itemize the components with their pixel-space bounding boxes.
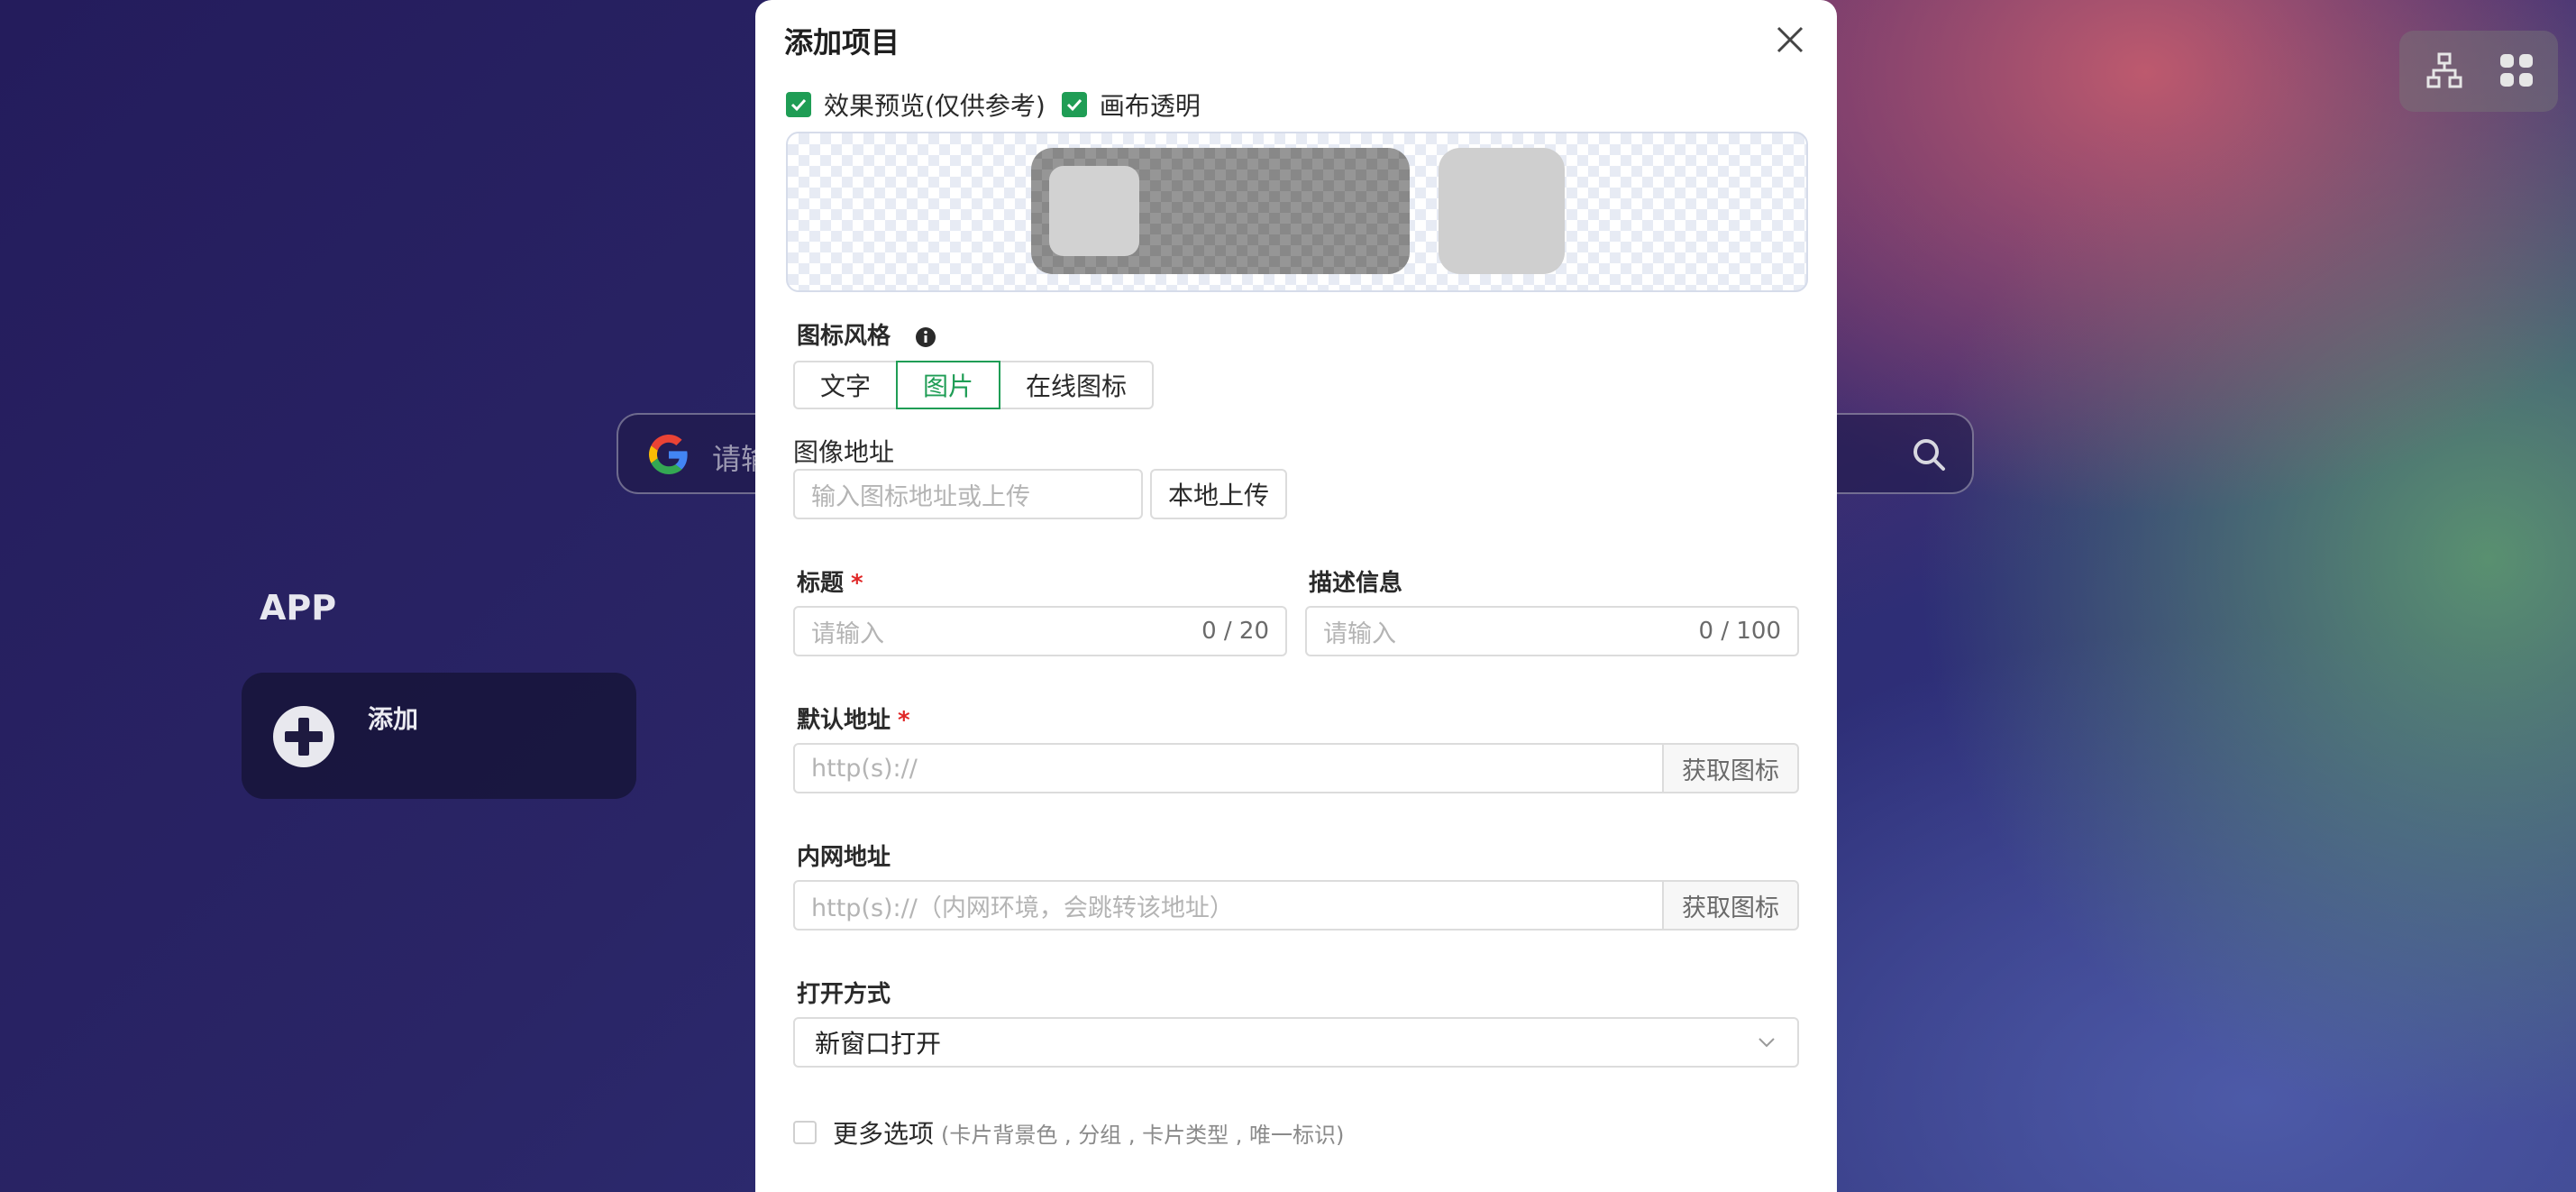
- icon-style-label: 图标风格: [797, 317, 936, 351]
- required-mark: *: [898, 707, 910, 734]
- title-input[interactable]: 请输入 0 / 20: [793, 606, 1287, 656]
- intranet-url-fetch-icon-button[interactable]: 获取图标: [1664, 880, 1799, 931]
- preview-options: 效果预览(仅供参考) 画布透明: [786, 87, 1217, 123]
- title-placeholder: 请输入: [811, 619, 884, 648]
- default-url-placeholder: http(s)://: [811, 754, 918, 783]
- icon-style-image-option[interactable]: 图片: [896, 361, 1001, 409]
- intranet-url-placeholder: http(s)://（内网环境，会跳转该地址）: [811, 894, 1234, 922]
- image-url-placeholder: 输入图标地址或上传: [811, 482, 1030, 511]
- default-url-input[interactable]: http(s)://: [793, 743, 1664, 793]
- title-char-count: 0 / 20: [1201, 618, 1269, 645]
- default-url-label-text: 默认地址: [797, 707, 891, 734]
- more-options-checkbox[interactable]: [793, 1121, 817, 1144]
- required-mark: *: [851, 570, 863, 597]
- more-options-hint: (卡片背景色 , 分组 , 卡片类型 , 唯一标识): [941, 1122, 1345, 1148]
- preview-checkbox-label: 效果预览(仅供参考): [824, 91, 1046, 121]
- preview-square-card: [1439, 148, 1565, 274]
- default-url-fetch-icon-button[interactable]: 获取图标: [1664, 743, 1799, 793]
- local-upload-button[interactable]: 本地上传: [1150, 469, 1287, 519]
- preview-wide-card: [1031, 148, 1410, 274]
- icon-style-segmented: 文字 图片 在线图标: [793, 361, 1155, 409]
- close-icon[interactable]: [1774, 23, 1806, 56]
- top-toolbar: [2399, 31, 2558, 112]
- more-options-label: 更多选项: [833, 1119, 935, 1149]
- transparent-canvas-checkbox[interactable]: [1061, 92, 1087, 117]
- transparent-canvas-label: 画布透明: [1099, 91, 1201, 121]
- preview-wide-icon: [1049, 166, 1139, 256]
- title-field-label: 标题 *: [797, 564, 863, 598]
- default-url-label: 默认地址 *: [797, 701, 910, 735]
- add-card-label: 添加: [368, 704, 419, 734]
- desc-char-count: 0 / 100: [1698, 618, 1781, 645]
- open-mode-label: 打开方式: [797, 981, 891, 1008]
- app-section-title: APP: [260, 588, 337, 628]
- image-url-label: 图像地址: [793, 437, 895, 467]
- search-icon[interactable]: [1911, 436, 1947, 472]
- image-url-input[interactable]: 输入图标地址或上传: [793, 469, 1143, 519]
- chevron-down-icon: [1758, 1038, 1775, 1048]
- desc-input[interactable]: 请输入 0 / 100: [1305, 606, 1799, 656]
- desc-placeholder: 请输入: [1323, 619, 1396, 648]
- modal-title: 添加项目: [784, 25, 900, 60]
- more-options-row: 更多选项 (卡片背景色 , 分组 , 卡片类型 , 唯一标识): [793, 1114, 1344, 1151]
- open-mode-value: 新窗口打开: [815, 1029, 942, 1059]
- icon-style-text-option[interactable]: 文字: [793, 361, 899, 409]
- intranet-url-input[interactable]: http(s)://（内网环境，会跳转该地址）: [793, 880, 1664, 931]
- desc-field-label: 描述信息: [1309, 570, 1403, 597]
- add-item-modal: 添加项目 效果预览(仅供参考) 画布透明 图标风格 文字 图片 在线图标 图像地…: [755, 0, 1837, 1192]
- check-icon: [1066, 98, 1082, 112]
- info-icon[interactable]: [915, 326, 936, 348]
- icon-style-online-option[interactable]: 在线图标: [999, 361, 1155, 409]
- sitemap-icon[interactable]: [2425, 50, 2464, 90]
- icon-style-label-text: 图标风格: [797, 323, 891, 350]
- check-icon: [790, 98, 807, 112]
- icon-preview-canvas: [786, 132, 1808, 292]
- intranet-url-label: 内网地址: [797, 844, 891, 871]
- grid-icon[interactable]: [2497, 50, 2536, 90]
- add-app-card[interactable]: 添加: [242, 673, 636, 799]
- open-mode-select[interactable]: 新窗口打开: [793, 1017, 1799, 1068]
- google-icon: [649, 435, 688, 474]
- title-label-text: 标题: [797, 570, 845, 597]
- preview-checkbox[interactable]: [786, 92, 811, 117]
- plus-circle-icon: [273, 706, 334, 767]
